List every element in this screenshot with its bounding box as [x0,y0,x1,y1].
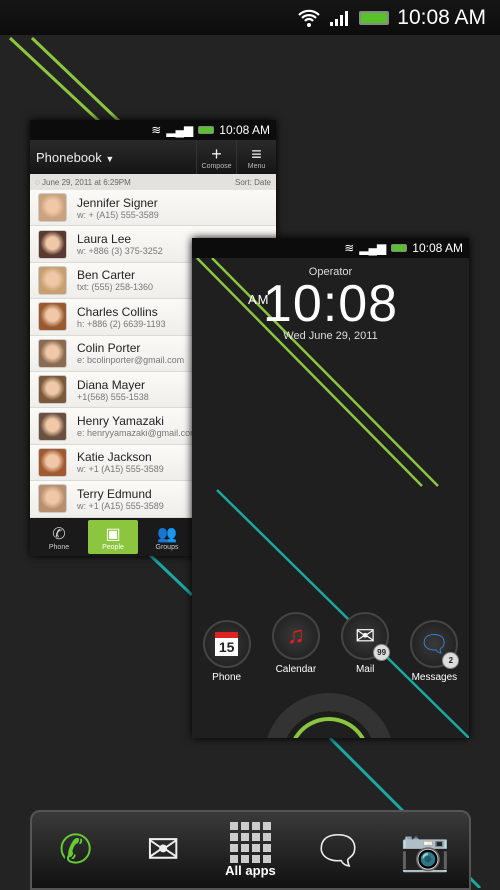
messages-icon: 🗨 [312,828,364,873]
shortcut-label: Mail [355,664,375,675]
contact-detail: w: +886 (3) 375-3252 [77,246,163,257]
groups-icon: 👥 [157,525,177,543]
contact-row[interactable]: Jennifer Signer w: + (A15) 555-3589 [30,190,276,227]
avatar [38,338,67,368]
signal-icon [330,10,349,26]
avatar [38,265,67,295]
wifi-icon [298,9,321,27]
status-time: 10:08 AM [412,241,463,255]
dock-all-apps[interactable]: All apps [215,815,285,885]
avatar [38,302,67,332]
lockscreen-shortcuts: 15 Phone ♫ Calendar ✉ 99 Mail 🗨 2 Messages [192,612,469,683]
wifi-icon: ≋ [151,123,162,137]
dock-mail[interactable]: ✉ [128,815,198,885]
contact-detail: w: +1 (A15) 555-3589 [77,464,164,475]
clock-ampm: AM [248,292,270,307]
tab-label: Phone [48,543,70,551]
shortcut-phone[interactable]: 15 Phone [194,620,260,683]
menu-icon: ≡ [251,143,262,164]
tab-groups[interactable]: 👥 Groups [142,520,192,554]
mail-badge: 99 [373,644,391,661]
battery-icon [198,126,215,134]
sync-bar: ◌ June 29, 2011 at 6:29PM Sort: Date [30,174,276,190]
contact-detail: e: bcolinporter@gmail.com [77,355,185,366]
shortcut-messages[interactable]: 🗨 2 Messages [401,620,467,683]
shortcut-label: Calendar [275,664,317,675]
sync-text: June 29, 2011 at 6:29PM [42,177,131,187]
shortcut-mail[interactable]: ✉ 99 Mail [332,612,398,683]
launcher-dock: ✆ ✉ All apps 🗨 📷 [30,810,471,890]
dock-messages[interactable]: 🗨 [303,815,373,885]
avatar [38,375,67,405]
mail-icon: ✉ [355,622,376,650]
contact-detail: txt: (555) 258-1360 [77,282,154,293]
music-icon: ♫ [286,622,305,649]
contact-name: Laura Lee [77,232,132,247]
plus-icon: + [211,143,222,164]
contact-detail: e: henryyamazaki@gmail.com [77,428,198,439]
battery-icon [359,10,390,25]
contact-detail: +1(568) 555-1538 [77,391,149,402]
calendar-icon: 15 [214,632,239,656]
mail-icon: ✉ [146,828,180,872]
contact-name: Katie Jackson [77,450,152,465]
phone-icon: ✆ [52,525,66,543]
phonebook-title: Phonebook [36,149,102,165]
dock-phone[interactable]: ✆ [41,815,111,885]
avatar [38,484,67,514]
phonebook-dropdown[interactable]: Phonebook ▼ [30,150,196,165]
phonebook-header: Phonebook ▼ + Compose ≡ Menu [30,140,276,174]
status-time: 10:08 AM [219,123,270,137]
tab-label: Groups [155,543,179,551]
tab-phone[interactable]: ✆ Phone [34,520,84,554]
grid-icon [229,822,271,863]
contact-name: Terry Edmund [77,486,152,501]
shortcut-label: Phone [212,672,242,683]
lockscreen-status-bar: ≋ ▂▄▆ 10:08 AM [192,238,469,258]
contact-name: Diana Mayer [77,377,146,392]
shortcut-calendar[interactable]: ♫ Calendar [263,612,329,683]
lock-date: Wed June 29, 2011 [283,330,378,342]
chevron-down-icon: ▼ [105,153,115,164]
avatar [38,411,67,441]
contact-name: Charles Collins [77,304,158,319]
clock: 10:08 AM [192,278,469,330]
menu-button[interactable]: ≡ Menu [236,140,276,174]
sync-icon: ◌ [35,177,40,187]
contact-name: Ben Carter [77,268,136,283]
messages-badge: 2 [442,652,460,669]
camera-icon: 📷 [400,828,451,873]
tab-people[interactable]: ▣ People [88,520,138,554]
contact-detail: w: + (A15) 555-3589 [77,209,159,220]
clock-time: 10:08 [262,275,399,333]
dock-camera[interactable]: 📷 [390,815,460,885]
people-icon: ▣ [105,525,121,543]
avatar [38,229,67,259]
phonebook-status-bar: ≋ ▂▄▆ 10:08 AM [30,120,276,140]
menu-label: Menu [247,162,266,170]
contact-name: Jennifer Signer [77,195,158,210]
all-apps-label: All apps [225,863,276,878]
compose-label: Compose [201,162,232,170]
contact-name: Henry Yamazaki [77,414,164,429]
compose-button[interactable]: + Compose [196,140,236,174]
sort-button[interactable]: Sort: Date [235,178,271,187]
signal-icon: ▂▄▆ [166,123,194,137]
phone-icon: ✆ [58,828,93,872]
battery-icon [391,244,408,252]
tab-label: People [102,543,124,551]
contact-name: Colin Porter [77,341,141,356]
status-time: 10:08 AM [397,5,486,29]
lockscreen-app-card[interactable]: ≋ ▂▄▆ 10:08 AM Operator 10:08 AM Wed June… [192,238,469,738]
contact-detail: w: +1 (A15) 555-3589 [77,500,164,511]
contact-detail: h: +886 (2) 6639-1193 [77,318,166,329]
status-bar: 10:08 AM [0,0,500,35]
avatar [38,193,67,223]
avatar [38,447,67,477]
wifi-icon: ≋ [344,241,355,255]
shortcut-label: Messages [411,672,458,683]
signal-icon: ▂▄▆ [359,241,387,255]
